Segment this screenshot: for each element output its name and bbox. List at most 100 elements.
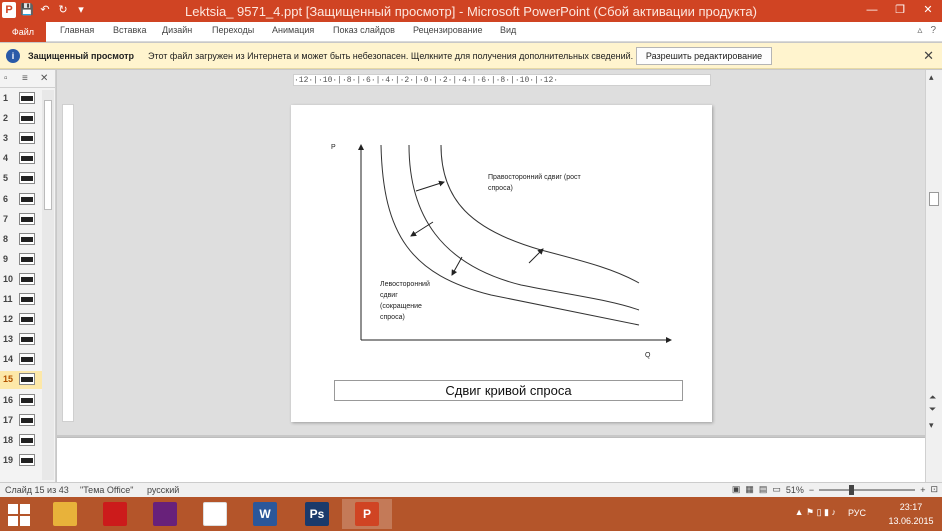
close-pane-icon[interactable]: ✕ — [40, 73, 48, 84]
scroll-down-icon[interactable]: ▾ — [929, 420, 934, 431]
slides-pane: ▫ ≡ ✕ 1 2 3 4 5 6 7 8 9 10 11 12 13 14 15 16 17 18 19 — [0, 70, 56, 482]
fit-to-window-icon[interactable]: ⊡ — [930, 484, 938, 495]
slide-thumbnail-image — [19, 172, 35, 185]
slide-thumbnail[interactable]: 16 — [0, 392, 44, 410]
scroll-up-icon[interactable]: ▴ — [929, 72, 934, 83]
slide-thumbnail[interactable]: 1 — [0, 90, 44, 108]
clock[interactable]: 23:17 13.06.2015 — [886, 500, 936, 528]
outline-tab-icon[interactable]: ≡ — [22, 73, 28, 84]
taskbar-app-photoshop[interactable]: Ps — [292, 499, 342, 529]
enable-editing-button[interactable]: Разрешить редактирование — [636, 47, 772, 65]
slide-thumbnail[interactable]: 17 — [0, 412, 44, 430]
slide-thumbnail[interactable]: 6 — [0, 191, 44, 209]
slide-thumbnail[interactable]: 15 — [0, 371, 44, 390]
slide-thumbnail[interactable]: 8 — [0, 231, 44, 249]
slides-pane-scroll-thumb[interactable] — [44, 100, 52, 210]
keyboard-language[interactable]: РУС — [848, 508, 866, 518]
left-shift-label-line: (сокращение — [380, 303, 422, 310]
slide-number: 8 — [3, 233, 9, 244]
notes-pane[interactable] — [57, 437, 925, 482]
editor-scroll-thumb[interactable] — [929, 192, 939, 206]
reading-view-icon[interactable]: ▤ — [759, 484, 768, 495]
slide-thumbnail[interactable]: 5 — [0, 170, 44, 188]
tab-home[interactable]: Главная — [60, 25, 94, 35]
slide-thumbnail-image — [19, 393, 35, 406]
slideshow-view-icon[interactable]: ▭ — [772, 484, 781, 495]
tab-transitions[interactable]: Переходы — [212, 25, 254, 35]
close-button[interactable]: ✕ — [914, 0, 942, 20]
slide-thumbnail-image — [19, 433, 35, 446]
tab-view[interactable]: Вид — [500, 25, 516, 35]
taskbar-app-document[interactable] — [190, 499, 240, 529]
next-slide-icon[interactable]: ⏷ — [929, 404, 936, 415]
zoom-out-button[interactable]: − — [809, 485, 814, 495]
tab-slideshow[interactable]: Показ слайдов — [333, 25, 395, 35]
slide-thumbnail[interactable]: 7 — [0, 211, 44, 229]
restore-button[interactable]: ❐ — [886, 0, 914, 20]
zoom-in-button[interactable]: + — [920, 485, 925, 495]
collapse-ribbon-icon[interactable]: ▵ — [917, 25, 922, 36]
taskbar-app-visual-studio[interactable] — [140, 499, 190, 529]
slides-pane-scrollbar[interactable] — [42, 90, 54, 480]
editor-scrollbar[interactable]: ▴ ⏶ ⏷ ▾ — [925, 70, 942, 482]
theme-name: "Тема Office" — [80, 485, 134, 495]
left-shift-label-line: спроса) — [380, 314, 405, 321]
normal-view-icon[interactable]: ▣ — [732, 484, 741, 495]
document-icon — [203, 502, 227, 526]
slide-thumbnail[interactable]: 14 — [0, 351, 44, 369]
slide-thumbnail[interactable]: 4 — [0, 150, 44, 168]
right-shift-label-line: Правосторонний сдвиг (рост — [488, 173, 581, 181]
windows-taskbar: W Ps P ▲ ⚑ ▯ ▮ ♪ РУС 23:17 13.06.2015 — [0, 497, 942, 531]
taskbar-app-word[interactable]: W — [240, 499, 290, 529]
slide-thumbnail-image — [19, 132, 35, 145]
zoom-level[interactable]: 51% — [786, 485, 804, 495]
slide-thumbnail[interactable]: 9 — [0, 251, 44, 269]
taskbar-app-opera[interactable] — [90, 499, 140, 529]
visual-studio-icon — [153, 502, 177, 526]
protected-view-text[interactable]: Этот файл загружен из Интернета и может … — [148, 51, 633, 61]
taskbar-app-file-explorer[interactable] — [40, 499, 90, 529]
photoshop-icon: Ps — [305, 502, 329, 526]
slide-sorter-icon[interactable]: ▦ — [745, 484, 754, 495]
shift-left-arrow — [451, 256, 463, 276]
y-axis-label: P — [331, 144, 336, 151]
slide-canvas[interactable]: P Q Правосторонний сдвиг (рост спроса) Л… — [291, 105, 712, 422]
slide-thumbnail[interactable]: 18 — [0, 432, 44, 450]
slide-thumbnail[interactable]: 19 — [0, 452, 44, 470]
help-icon[interactable]: ? — [930, 25, 936, 36]
slide-thumbnail[interactable]: 13 — [0, 331, 44, 349]
left-shift-label-line: сдвиг — [380, 292, 398, 299]
language-indicator[interactable]: русский — [147, 485, 179, 495]
slide-number: 12 — [3, 314, 14, 325]
tab-file[interactable]: Файл — [0, 22, 46, 42]
ribbon-tabs: Файл Главная Вставка Дизайн Переходы Ани… — [0, 22, 942, 42]
file-explorer-icon — [53, 502, 77, 526]
tray-icons[interactable]: ▲ ⚑ ▯ ▮ ♪ — [795, 507, 836, 518]
tab-insert[interactable]: Вставка — [113, 25, 146, 35]
opera-icon — [103, 502, 127, 526]
minimize-button[interactable]: — — [858, 0, 886, 20]
slide-caption[interactable]: Сдвиг кривой спроса — [334, 380, 683, 401]
slide-thumbnail[interactable]: 10 — [0, 271, 44, 289]
slide-thumbnail-image — [19, 413, 35, 426]
demand-curve-right — [440, 144, 640, 284]
shift-right-arrow — [415, 180, 445, 192]
close-message-bar-icon[interactable]: ✕ — [923, 48, 934, 64]
slide-thumbnail[interactable]: 3 — [0, 130, 44, 148]
status-bar: Слайд 15 из 43 "Тема Office" русский ▣ ▦… — [0, 482, 942, 497]
taskbar-app-powerpoint[interactable]: P — [342, 499, 392, 529]
slides-tab-icon[interactable]: ▫ — [4, 73, 8, 84]
previous-slide-icon[interactable]: ⏶ — [929, 392, 936, 403]
slide-thumbnail-image — [19, 152, 35, 165]
zoom-slider[interactable] — [819, 484, 916, 495]
slide-thumbnail-image — [19, 293, 35, 305]
slide-thumbnail[interactable]: 2 — [0, 110, 44, 128]
window-title: Lektsia_ 9571_4.ppt [Защищенный просмотр… — [185, 4, 757, 19]
slide-thumbnail[interactable]: 12 — [0, 311, 44, 329]
windows-start-icon[interactable] — [8, 504, 30, 526]
zoom-slider-handle[interactable] — [849, 484, 855, 495]
tab-design[interactable]: Дизайн — [162, 25, 192, 35]
slide-thumbnail[interactable]: 11 — [0, 291, 44, 309]
tab-animation[interactable]: Анимация — [272, 25, 314, 35]
tab-review[interactable]: Рецензирование — [413, 25, 483, 35]
